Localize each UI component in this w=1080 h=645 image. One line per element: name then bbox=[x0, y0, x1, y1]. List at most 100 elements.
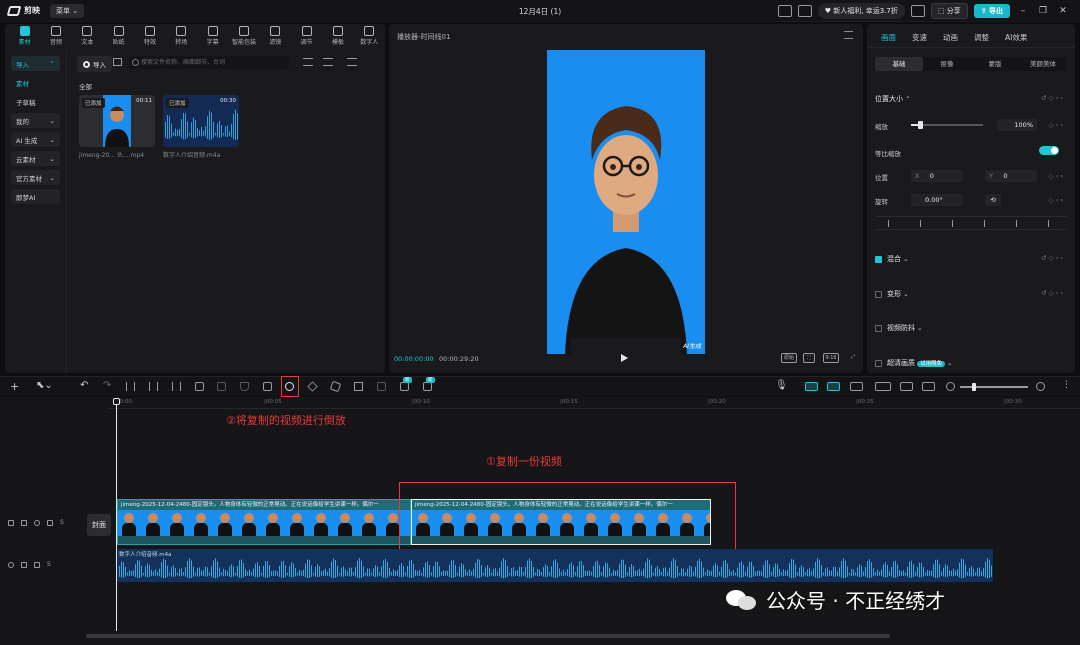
lock-icon[interactable] bbox=[21, 561, 27, 568]
align-center-v-icon[interactable] bbox=[1015, 219, 1023, 227]
sidebar-item-2[interactable]: 子草稿 bbox=[11, 94, 60, 109]
linkage-icon[interactable] bbox=[850, 382, 863, 391]
zoom-slider-knob[interactable] bbox=[972, 383, 976, 391]
sidebar-item-4[interactable]: AI 生成 ⌄ bbox=[11, 132, 60, 147]
sidebar-item-1[interactable]: 素材 bbox=[11, 75, 60, 90]
aspect-ratio-button[interactable]: 9:16 bbox=[823, 353, 839, 363]
align-top-icon[interactable] bbox=[983, 219, 991, 227]
expand-icon[interactable]: ⤢ bbox=[847, 353, 859, 363]
tab-audio[interactable]: 音频 bbox=[40, 24, 71, 48]
media-item-audio[interactable]: 已添加 00:30 bbox=[163, 95, 239, 147]
sidebar-item-7[interactable]: 即梦AI bbox=[11, 189, 60, 204]
filter-icon[interactable] bbox=[347, 58, 357, 66]
undo-icon[interactable]: ↶ bbox=[80, 380, 88, 391]
zoom-out-icon[interactable] bbox=[946, 382, 955, 391]
layout-icon[interactable] bbox=[797, 5, 812, 17]
rotate-flip-button[interactable]: ⟲ bbox=[985, 194, 1001, 206]
play-icon[interactable] bbox=[621, 354, 628, 362]
tab-filter[interactable]: 滤镜 bbox=[260, 24, 291, 48]
track-settings-icon[interactable] bbox=[900, 382, 913, 391]
import-button[interactable]: 导入 bbox=[77, 56, 112, 72]
rotate-input[interactable]: 0.00° bbox=[911, 194, 963, 206]
mute-icon[interactable] bbox=[34, 561, 40, 568]
select-tool-icon[interactable]: ⬉⌄ bbox=[36, 380, 53, 391]
sidebar-item-0[interactable]: 导入 ⌃ bbox=[11, 56, 60, 71]
props-subtab-0[interactable]: 基础 bbox=[875, 57, 923, 71]
reset-keyframe-icon[interactable]: ↺ ◇ ‹ › bbox=[1041, 289, 1063, 297]
grid-view-icon[interactable] bbox=[113, 58, 122, 66]
blend-checkbox[interactable] bbox=[875, 255, 882, 263]
props-subtab-2[interactable]: 蒙版 bbox=[971, 57, 1019, 71]
eye-icon[interactable] bbox=[34, 519, 40, 526]
promo-badge[interactable]: ♥ 新人福利, 幸运3.7折 bbox=[817, 3, 905, 19]
audio-clip[interactable]: 数字人介绍音频.m4a bbox=[117, 549, 993, 582]
mute-icon[interactable] bbox=[47, 519, 53, 526]
original-ratio-button[interactable]: 原始 bbox=[781, 353, 797, 363]
mirror-icon[interactable] bbox=[307, 381, 318, 392]
preview-quality-icon[interactable] bbox=[875, 382, 891, 391]
sort-icon[interactable] bbox=[323, 58, 333, 66]
preview-canvas[interactable]: AI生成 bbox=[547, 50, 705, 354]
microphone-icon[interactable]: 🎙 bbox=[775, 380, 788, 391]
props-tab-2[interactable]: 动画 bbox=[935, 24, 966, 47]
more-icon[interactable]: ⋮ bbox=[1062, 380, 1071, 390]
lock-icon[interactable] bbox=[21, 519, 27, 526]
props-tab-0[interactable]: 画面 bbox=[873, 24, 904, 47]
sidebar-item-3[interactable]: 我的 ⌄ bbox=[11, 113, 60, 128]
props-tab-1[interactable]: 变速 bbox=[904, 24, 935, 47]
sidebar-item-5[interactable]: 云素材 ⌄ bbox=[11, 151, 60, 166]
cover-button[interactable]: 封面 bbox=[87, 514, 111, 536]
screenshot-icon[interactable] bbox=[922, 382, 935, 391]
minimize-icon[interactable]: – bbox=[1016, 6, 1030, 16]
align-bottom-icon[interactable] bbox=[1047, 219, 1055, 227]
crop-icon[interactable] bbox=[354, 382, 363, 391]
tab-caption[interactable]: 字幕 bbox=[197, 24, 228, 48]
ai-clip-icon[interactable] bbox=[423, 382, 432, 391]
maximize-icon[interactable]: ❐ bbox=[1036, 6, 1050, 16]
media-item-video[interactable]: 已添加 00:11 bbox=[79, 95, 155, 147]
tab-adjust[interactable]: 调节 bbox=[291, 24, 322, 48]
time-ruler[interactable]: 00:00 |00:05 |00:10 |00:15 |00:20 |00:25 |00:3… bbox=[108, 397, 1080, 409]
timeline-scrollbar[interactable] bbox=[86, 634, 890, 638]
split-left-icon[interactable] bbox=[149, 382, 158, 391]
align-right-icon[interactable] bbox=[951, 219, 959, 227]
redo-icon[interactable]: ↷ bbox=[103, 380, 111, 391]
playhead-handle[interactable] bbox=[113, 398, 120, 405]
stabilize-checkbox[interactable] bbox=[875, 324, 882, 332]
tab-media[interactable]: 素材 bbox=[9, 24, 40, 48]
close-icon[interactable]: ✕ bbox=[1056, 6, 1070, 16]
add-track-icon[interactable]: + bbox=[10, 380, 19, 393]
tab-sticker[interactable]: 贴纸 bbox=[103, 24, 134, 48]
delete-icon[interactable] bbox=[195, 382, 204, 391]
tab-effects[interactable]: 特效 bbox=[134, 24, 165, 48]
search-input[interactable]: 搜索文件名称、画面细节、台词 bbox=[129, 56, 289, 69]
marker-icon[interactable] bbox=[217, 382, 226, 391]
freeze-frame-icon[interactable] bbox=[263, 382, 272, 391]
uniform-scale-toggle[interactable] bbox=[1039, 146, 1059, 155]
playhead[interactable] bbox=[116, 399, 117, 631]
zoom-slider-track[interactable] bbox=[960, 386, 1028, 388]
share-button[interactable]: ⬚ 分享 bbox=[930, 3, 968, 19]
export-button[interactable]: ⇪ 导出 bbox=[973, 4, 1010, 18]
scale-slider-track[interactable] bbox=[911, 121, 983, 129]
props-tab-4[interactable]: AI效果 bbox=[997, 24, 1035, 47]
hd-checkbox[interactable] bbox=[875, 359, 882, 367]
scale-slider-knob[interactable] bbox=[917, 121, 923, 129]
position-x-input[interactable]: X 0 bbox=[911, 170, 963, 182]
main-track-magnet-icon[interactable] bbox=[805, 382, 818, 391]
tab-transition[interactable]: 转场 bbox=[166, 24, 197, 48]
solo-icon[interactable]: S bbox=[47, 561, 51, 568]
position-y-input[interactable]: Y 0 bbox=[985, 170, 1037, 182]
props-tab-3[interactable]: 调整 bbox=[966, 24, 997, 47]
screen-icon[interactable] bbox=[777, 5, 792, 17]
auto-snap-icon[interactable] bbox=[827, 382, 840, 391]
tab-avatar[interactable]: 数字人 bbox=[354, 24, 385, 48]
reset-keyframe-icon[interactable]: ↺ ◇ ‹ › bbox=[1041, 254, 1063, 262]
scale-input[interactable]: 100% bbox=[997, 119, 1037, 131]
tab-smart-pack[interactable]: 智能包装 bbox=[228, 24, 259, 48]
props-subtab-3[interactable]: 美颜美体 bbox=[1019, 57, 1067, 71]
sidebar-item-6[interactable]: 官方素材 ⌄ bbox=[11, 170, 60, 185]
tab-text[interactable]: 文本 bbox=[72, 24, 103, 48]
menu-button[interactable]: 菜单 ⌄ bbox=[50, 3, 85, 18]
align-center-h-icon[interactable] bbox=[919, 219, 927, 227]
